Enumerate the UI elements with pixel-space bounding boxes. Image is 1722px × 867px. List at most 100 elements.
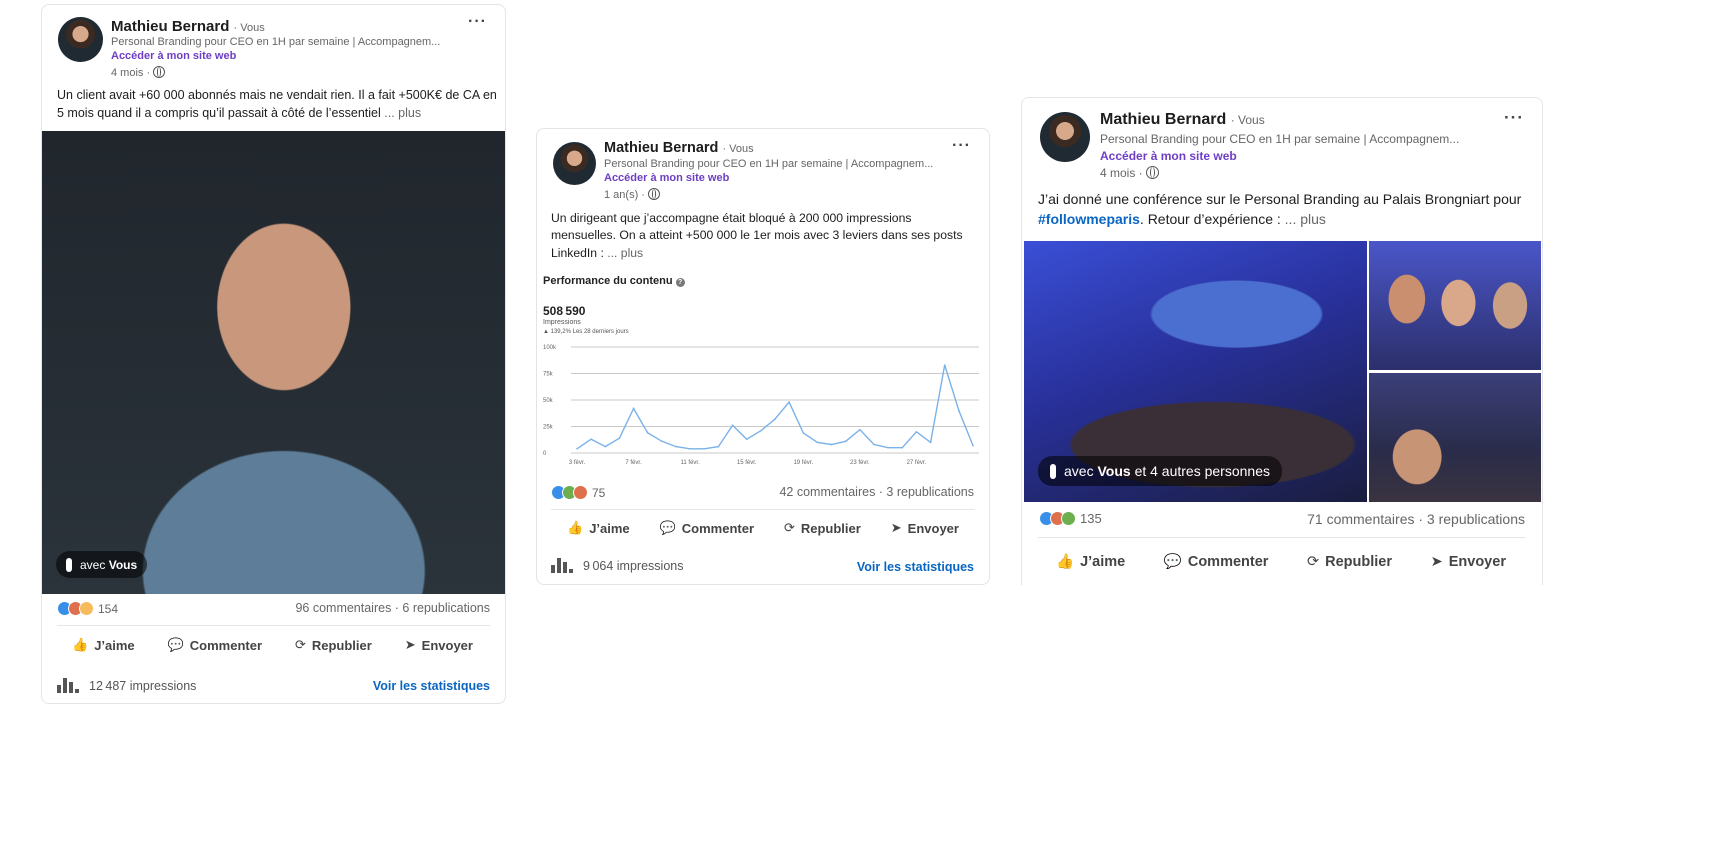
comment-button[interactable]: 💬 Commenter <box>660 520 754 536</box>
post-text: Un dirigeant que j’accompagne était bloq… <box>551 211 963 260</box>
post-text: J’ai donné une conférence sur le Persona… <box>1038 191 1522 227</box>
globe-icon <box>1146 166 1160 179</box>
impressions-data-point <box>717 445 720 448</box>
author-name[interactable]: Mathieu Bernard · Vous <box>604 140 754 156</box>
author-name[interactable]: Mathieu Bernard · Vous <box>111 18 265 35</box>
author-badge: · Vous <box>233 22 265 34</box>
reactions-summary[interactable]: 135 <box>1039 511 1102 526</box>
thumbs-up-icon: 👍 <box>1056 554 1075 570</box>
post-age: 4 mois · <box>111 66 166 79</box>
person-icon <box>1050 463 1056 479</box>
comment-button[interactable]: 💬 Commenter <box>168 637 262 653</box>
author-avatar[interactable] <box>1040 112 1090 162</box>
impressions-data-point <box>618 437 621 439</box>
comments-reposts-count[interactable]: 42 commentaires · 3 republications <box>779 485 974 499</box>
impressions-data-point <box>901 446 904 449</box>
impressions-line-chart: 0 25k 50k 75k 100k 3 févr. 7 févr. 11 févr. 15 f… <box>543 345 979 466</box>
reactions-summary[interactable]: 75 <box>551 485 605 500</box>
see-more-link[interactable]: ... plus <box>384 106 421 120</box>
comments-reposts-count[interactable]: 71 commentaires · 3 republications <box>1307 511 1525 527</box>
like-button[interactable]: 👍 J’aime <box>567 520 630 536</box>
impressions-data-point <box>958 409 960 412</box>
repost-button[interactable]: ⟳ Republier <box>784 520 861 536</box>
divider <box>57 625 490 626</box>
like-button[interactable]: 👍 J’aime <box>72 637 135 653</box>
author-badge: · Vous <box>722 143 754 155</box>
repost-button[interactable]: ⟳ Republier <box>295 637 372 653</box>
impressions-data-point <box>887 446 889 449</box>
impressions-data-point <box>915 431 918 433</box>
action-bar: 👍 J’aime 💬 Commenter ⟳ Republier ➤ Envoyer <box>567 520 959 536</box>
repost-arrows-icon: ⟳ <box>294 637 306 652</box>
impressions-data-point <box>929 441 932 444</box>
impressions-data-point <box>604 445 607 448</box>
globe-icon <box>153 66 166 78</box>
impressions-series-line <box>576 364 974 450</box>
send-button[interactable]: ➤ Envoyer <box>1431 554 1506 570</box>
divider <box>551 509 975 510</box>
author-badge: · Vous <box>1230 113 1265 127</box>
view-statistics-link[interactable]: Voir les statistiques <box>373 679 490 693</box>
x-tick-label: 7 févr. <box>625 460 642 466</box>
website-link[interactable]: Accéder à mon site web <box>111 50 236 62</box>
impressions-data-point <box>590 438 592 441</box>
website-link[interactable]: Accéder à mon site web <box>604 172 729 184</box>
view-statistics-link[interactable]: Voir les statistiques <box>857 560 974 574</box>
post-card-3: Mathieu Bernard · Vous Personal Branding… <box>1021 97 1543 585</box>
hashtag-link[interactable]: #followmeparis <box>1038 211 1140 227</box>
more-options-button[interactable]: ··· <box>468 13 487 31</box>
impressions-data-point <box>661 440 663 443</box>
see-more-link[interactable]: ... plus <box>607 246 643 260</box>
y-tick-label: 0 <box>543 451 547 457</box>
send-button[interactable]: ➤ Envoyer <box>891 520 959 536</box>
send-plane-icon: ➤ <box>404 637 416 652</box>
y-tick-label: 25k <box>543 425 554 431</box>
conference-photo-group[interactable] <box>1369 241 1541 370</box>
impressions-data-point <box>844 440 847 443</box>
impressions-data-point <box>576 447 578 450</box>
impressions-data-point <box>689 447 691 450</box>
send-button[interactable]: ➤ Envoyer <box>405 637 473 653</box>
website-link[interactable]: Accéder à mon site web <box>1100 149 1237 163</box>
conference-photo-main[interactable]: avec Vous et 4 autres personnes <box>1024 241 1367 502</box>
see-more-link[interactable]: ... plus <box>1285 211 1326 227</box>
people-tag[interactable]: avec Vous et 4 autres personnes <box>1038 456 1282 486</box>
impressions-data-point <box>802 432 805 434</box>
performance-title: Performance du contenu ? <box>543 275 685 287</box>
impressions-data-point <box>859 428 861 431</box>
globe-icon <box>648 188 661 200</box>
support-reaction-icon <box>1061 511 1076 526</box>
impressions-data-point <box>816 441 819 444</box>
more-options-button[interactable]: ··· <box>952 137 971 155</box>
comments-reposts-count[interactable]: 96 commentaires · 6 republications <box>295 601 490 615</box>
conference-photo-selfie[interactable] <box>1369 373 1541 502</box>
author-headline: Personal Branding pour CEO en 1H par sem… <box>604 158 934 170</box>
bar-chart-icon <box>57 678 79 693</box>
like-button[interactable]: 👍 J’aime <box>1056 553 1125 571</box>
person-icon <box>66 557 72 572</box>
love-reaction-icon <box>573 485 588 500</box>
impressions-data-point <box>760 429 762 432</box>
post-photo[interactable]: avec Vous <box>42 131 505 594</box>
impressions-count: 9 064 impressions <box>551 558 683 573</box>
impressions-data-point <box>632 407 635 410</box>
comment-button[interactable]: 💬 Commenter <box>1164 553 1269 571</box>
post-age: 1 an(s) · <box>604 188 661 201</box>
impressions-data-point <box>731 424 734 427</box>
thumbs-up-icon: 👍 <box>567 520 584 535</box>
impressions-data-point <box>774 418 776 420</box>
repost-arrows-icon: ⟳ <box>783 520 795 535</box>
action-bar: 👍 J’aime 💬 Commenter ⟳ Republier ➤ Envoyer <box>72 637 473 653</box>
repost-button[interactable]: ⟳ Republier <box>1307 554 1392 570</box>
author-avatar[interactable] <box>553 142 596 185</box>
reactions-summary[interactable]: 154 <box>57 601 118 616</box>
author-name[interactable]: Mathieu Bernard · Vous <box>1100 111 1265 129</box>
performance-label: Impressions <box>543 319 581 326</box>
y-tick-label: 50k <box>543 398 554 404</box>
author-avatar[interactable] <box>58 17 103 62</box>
reaction-count: 135 <box>1080 511 1102 526</box>
people-tag[interactable]: avec Vous <box>56 551 148 578</box>
action-bar: 👍 J’aime 💬 Commenter ⟳ Republier ➤ Envoyer <box>1056 553 1506 571</box>
more-options-button[interactable]: ··· <box>1504 108 1524 128</box>
impressions-data-point <box>646 432 649 434</box>
